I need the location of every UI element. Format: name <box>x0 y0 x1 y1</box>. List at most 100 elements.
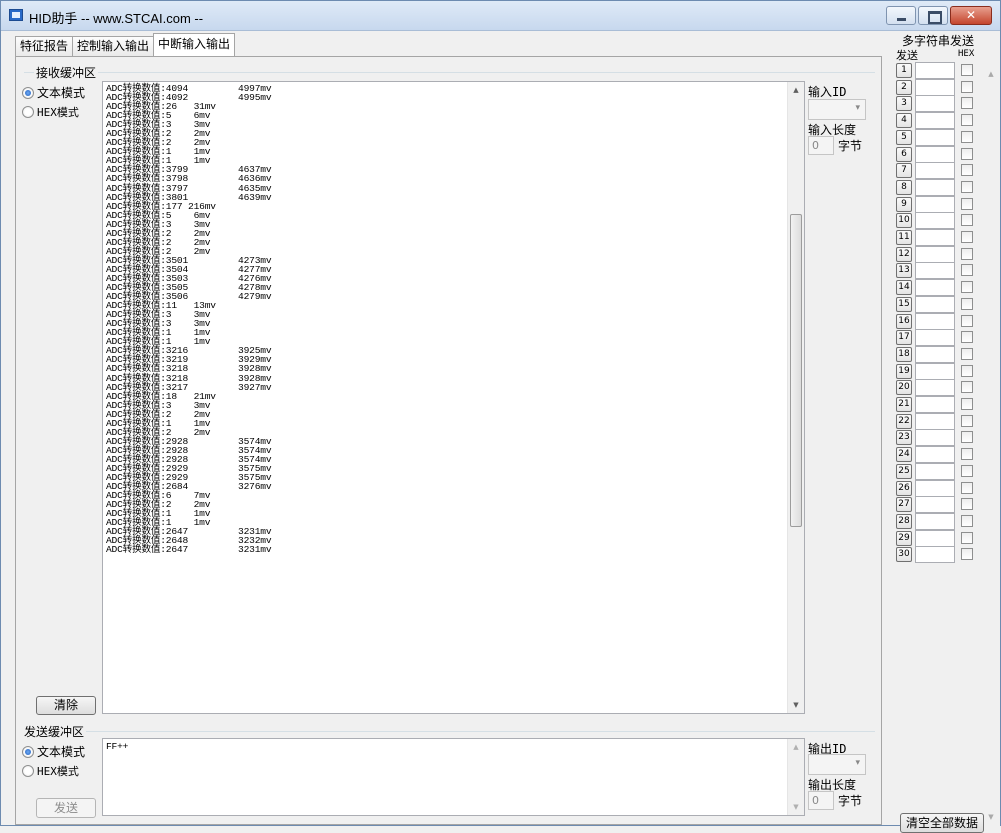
scroll-up-arrow-icon[interactable]: ▲ <box>788 739 804 755</box>
send-button[interactable]: 发送 <box>36 798 96 818</box>
row-string-input[interactable] <box>915 379 955 397</box>
row-hex-checkbox[interactable] <box>961 548 973 561</box>
clear-button[interactable]: 清除 <box>36 696 96 715</box>
row-string-input[interactable] <box>915 128 955 146</box>
send-buffer-textarea[interactable]: FF++ ▲ ▼ <box>102 738 805 816</box>
send-row-button[interactable]: 20 <box>896 380 912 396</box>
row-hex-checkbox[interactable] <box>961 281 973 294</box>
input-id-combo[interactable] <box>808 99 866 120</box>
row-hex-checkbox[interactable] <box>961 431 973 444</box>
send-row-button[interactable]: 12 <box>896 246 912 262</box>
send-row-button[interactable]: 8 <box>896 179 912 195</box>
send-row-button[interactable]: 4 <box>896 113 912 129</box>
receive-hex-mode-option[interactable]: HEX模式 <box>22 104 79 120</box>
send-row-button[interactable]: 7 <box>896 163 912 179</box>
maximize-button[interactable] <box>918 6 948 25</box>
send-row-button[interactable]: 21 <box>896 397 912 412</box>
row-string-input[interactable] <box>915 396 955 413</box>
send-row-button[interactable]: 5 <box>896 129 912 145</box>
send-row-button[interactable]: 23 <box>896 430 912 446</box>
row-string-input[interactable] <box>915 312 955 330</box>
row-hex-checkbox[interactable] <box>961 297 973 310</box>
row-hex-checkbox[interactable] <box>961 448 973 461</box>
row-hex-checkbox[interactable] <box>961 97 973 110</box>
row-hex-checkbox[interactable] <box>961 347 973 360</box>
scroll-down-arrow-icon[interactable]: ▼ <box>983 809 999 825</box>
row-string-input[interactable] <box>915 295 955 313</box>
row-hex-checkbox[interactable] <box>961 147 973 160</box>
tab-interrupt-io[interactable]: 中断输入输出 <box>153 33 236 56</box>
row-string-input[interactable] <box>915 78 955 96</box>
send-row-button[interactable]: 19 <box>896 363 912 379</box>
send-row-button[interactable]: 25 <box>896 463 912 479</box>
send-row-button[interactable]: 17 <box>896 330 912 346</box>
row-hex-checkbox[interactable] <box>961 498 973 511</box>
row-string-input[interactable] <box>915 412 955 430</box>
send-row-button[interactable]: 11 <box>896 230 912 245</box>
send-row-button[interactable]: 9 <box>896 196 912 212</box>
row-hex-checkbox[interactable] <box>961 514 973 527</box>
send-row-button[interactable]: 13 <box>896 263 912 279</box>
receive-text-mode-option[interactable]: 文本模式 <box>22 84 85 101</box>
scroll-down-arrow-icon[interactable]: ▼ <box>788 697 804 713</box>
row-hex-checkbox[interactable] <box>961 247 973 260</box>
send-row-button[interactable]: 14 <box>896 280 912 296</box>
send-row-button[interactable]: 18 <box>896 346 912 362</box>
row-hex-checkbox[interactable] <box>961 481 973 494</box>
send-scrollbar[interactable]: ▲ ▼ <box>787 739 804 815</box>
row-string-input[interactable] <box>915 479 955 497</box>
send-row-button[interactable]: 16 <box>896 313 912 329</box>
row-hex-checkbox[interactable] <box>961 197 973 210</box>
send-row-button[interactable]: 6 <box>896 146 912 162</box>
row-hex-checkbox[interactable] <box>961 331 973 344</box>
send-row-button[interactable]: 27 <box>896 497 912 513</box>
receive-buffer-textarea[interactable]: ADC转换数值:4094 4997mv ADC转换数值:4092 4995mv AD… <box>102 81 805 714</box>
send-row-button[interactable]: 24 <box>896 447 912 463</box>
row-string-input[interactable] <box>915 245 955 263</box>
row-hex-checkbox[interactable] <box>961 180 973 193</box>
row-string-input[interactable] <box>915 496 955 514</box>
scroll-up-arrow-icon[interactable]: ▲ <box>983 66 999 82</box>
row-string-input[interactable] <box>915 345 955 363</box>
row-string-input[interactable] <box>915 195 955 213</box>
row-string-input[interactable] <box>915 462 955 480</box>
row-hex-checkbox[interactable] <box>961 414 973 427</box>
row-hex-checkbox[interactable] <box>961 231 973 243</box>
row-string-input[interactable] <box>915 162 955 180</box>
send-row-button[interactable]: 15 <box>896 296 912 312</box>
output-length-field[interactable]: 0 <box>808 791 834 810</box>
row-hex-checkbox[interactable] <box>961 164 973 177</box>
row-string-input[interactable] <box>915 512 955 530</box>
row-hex-checkbox[interactable] <box>961 64 973 76</box>
row-hex-checkbox[interactable] <box>961 264 973 277</box>
row-string-input[interactable] <box>915 446 955 464</box>
row-hex-checkbox[interactable] <box>961 531 973 544</box>
row-string-input[interactable] <box>915 62 955 79</box>
row-string-input[interactable] <box>915 262 955 280</box>
row-string-input[interactable] <box>915 429 955 447</box>
scroll-up-arrow-icon[interactable]: ▲ <box>788 82 804 98</box>
row-string-input[interactable] <box>915 112 955 130</box>
multi-string-scrollbar[interactable]: ▲ ▼ <box>983 61 1000 831</box>
send-hex-mode-option[interactable]: HEX模式 <box>22 763 79 779</box>
tab-feature-report[interactable]: 特征报告 <box>15 36 74 56</box>
row-hex-checkbox[interactable] <box>961 364 973 377</box>
row-hex-checkbox[interactable] <box>961 114 973 127</box>
clear-all-button[interactable]: 清空全部数据 <box>900 813 984 833</box>
scroll-thumb[interactable] <box>790 214 802 527</box>
input-length-field[interactable]: 0 <box>808 136 834 155</box>
row-string-input[interactable] <box>915 529 955 547</box>
row-string-input[interactable] <box>915 362 955 380</box>
send-text-mode-option[interactable]: 文本模式 <box>22 743 85 760</box>
row-hex-checkbox[interactable] <box>961 80 973 93</box>
send-row-button[interactable]: 29 <box>896 530 912 546</box>
minimize-button[interactable] <box>886 6 916 25</box>
row-string-input[interactable] <box>915 329 955 347</box>
row-string-input[interactable] <box>915 212 955 230</box>
row-string-input[interactable] <box>915 546 955 564</box>
send-row-button[interactable]: 3 <box>896 96 912 112</box>
row-string-input[interactable] <box>915 178 955 196</box>
row-hex-checkbox[interactable] <box>961 214 973 227</box>
row-string-input[interactable] <box>915 145 955 163</box>
close-button[interactable] <box>950 6 992 25</box>
